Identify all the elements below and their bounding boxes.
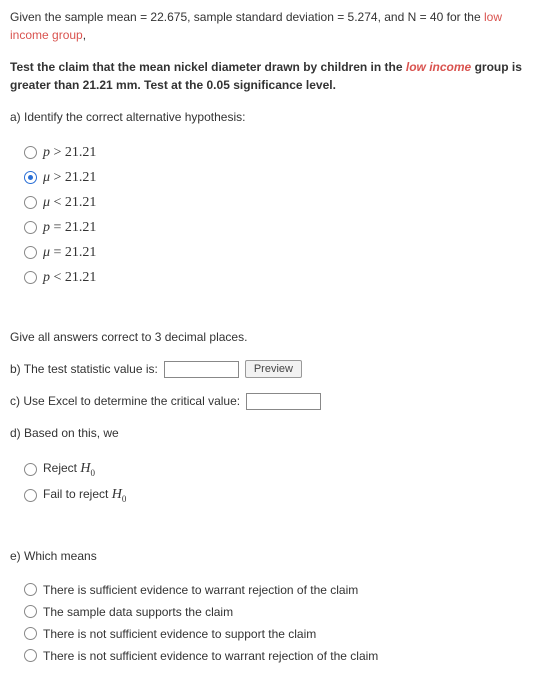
option-math: μ = 21.21 xyxy=(43,242,96,263)
radio-icon[interactable] xyxy=(24,627,37,640)
decimals-note: Give all answers correct to 3 decimal pl… xyxy=(10,328,531,346)
question-c: c) Use Excel to determine the critical v… xyxy=(10,392,240,410)
claim-text-a: Test the claim that the mean nickel diam… xyxy=(10,60,406,74)
option-label: The sample data supports the claim xyxy=(43,603,233,621)
radio-icon[interactable] xyxy=(24,271,37,284)
option-e-1[interactable]: The sample data supports the claim xyxy=(10,601,531,623)
radio-icon[interactable] xyxy=(24,146,37,159)
claim-highlight: low income xyxy=(406,60,471,74)
radio-icon[interactable] xyxy=(24,605,37,618)
problem-intro-2: Test the claim that the mean nickel diam… xyxy=(10,58,531,94)
question-b-row: b) The test statistic value is: Preview xyxy=(10,360,531,378)
option-e-3[interactable]: There is not sufficient evidence to warr… xyxy=(10,645,531,667)
radio-icon[interactable] xyxy=(24,489,37,502)
option-e-0[interactable]: There is sufficient evidence to warrant … xyxy=(10,579,531,601)
question-b: b) The test statistic value is: xyxy=(10,360,158,378)
option-a-2[interactable]: μ < 21.21 xyxy=(10,190,531,215)
option-math: μ > 21.21 xyxy=(43,167,96,188)
option-math: p < 21.21 xyxy=(43,267,96,288)
option-label: Reject H0 xyxy=(43,458,95,480)
critical-value-input[interactable] xyxy=(246,393,321,410)
option-e-2[interactable]: There is not sufficient evidence to supp… xyxy=(10,623,531,645)
option-math: p > 21.21 xyxy=(43,142,96,163)
options-d: Reject H0 Fail to reject H0 xyxy=(10,456,531,509)
radio-icon[interactable] xyxy=(24,463,37,476)
preview-button[interactable]: Preview xyxy=(245,360,302,378)
test-statistic-input[interactable] xyxy=(164,361,239,378)
option-a-1[interactable]: μ > 21.21 xyxy=(10,165,531,190)
option-label: There is not sufficient evidence to warr… xyxy=(43,647,378,665)
option-d-1[interactable]: Fail to reject H0 xyxy=(10,482,531,508)
option-math: p = 21.21 xyxy=(43,217,96,238)
question-a: a) Identify the correct alternative hypo… xyxy=(10,108,531,126)
radio-icon[interactable] xyxy=(24,171,37,184)
options-e: There is sufficient evidence to warrant … xyxy=(10,579,531,667)
radio-icon[interactable] xyxy=(24,649,37,662)
option-a-0[interactable]: p > 21.21 xyxy=(10,140,531,165)
option-label: There is sufficient evidence to warrant … xyxy=(43,581,358,599)
question-c-row: c) Use Excel to determine the critical v… xyxy=(10,392,531,410)
option-label: There is not sufficient evidence to supp… xyxy=(43,625,316,643)
option-a-4[interactable]: μ = 21.21 xyxy=(10,240,531,265)
options-a: p > 21.21 μ > 21.21 μ < 21.21 p = 21.21 μ = … xyxy=(10,140,531,290)
radio-icon[interactable] xyxy=(24,196,37,209)
option-a-5[interactable]: p < 21.21 xyxy=(10,265,531,290)
option-d-0[interactable]: Reject H0 xyxy=(10,456,531,482)
radio-icon[interactable] xyxy=(24,583,37,596)
radio-icon[interactable] xyxy=(24,221,37,234)
radio-icon[interactable] xyxy=(24,246,37,259)
option-math: μ < 21.21 xyxy=(43,192,96,213)
intro-text-end: , xyxy=(83,28,86,42)
question-d: d) Based on this, we xyxy=(10,424,531,442)
option-label: Fail to reject H0 xyxy=(43,484,126,506)
question-e: e) Which means xyxy=(10,547,531,565)
problem-intro-1: Given the sample mean = 22.675, sample s… xyxy=(10,8,531,44)
option-a-3[interactable]: p = 21.21 xyxy=(10,215,531,240)
intro-text: Given the sample mean = 22.675, sample s… xyxy=(10,10,484,24)
